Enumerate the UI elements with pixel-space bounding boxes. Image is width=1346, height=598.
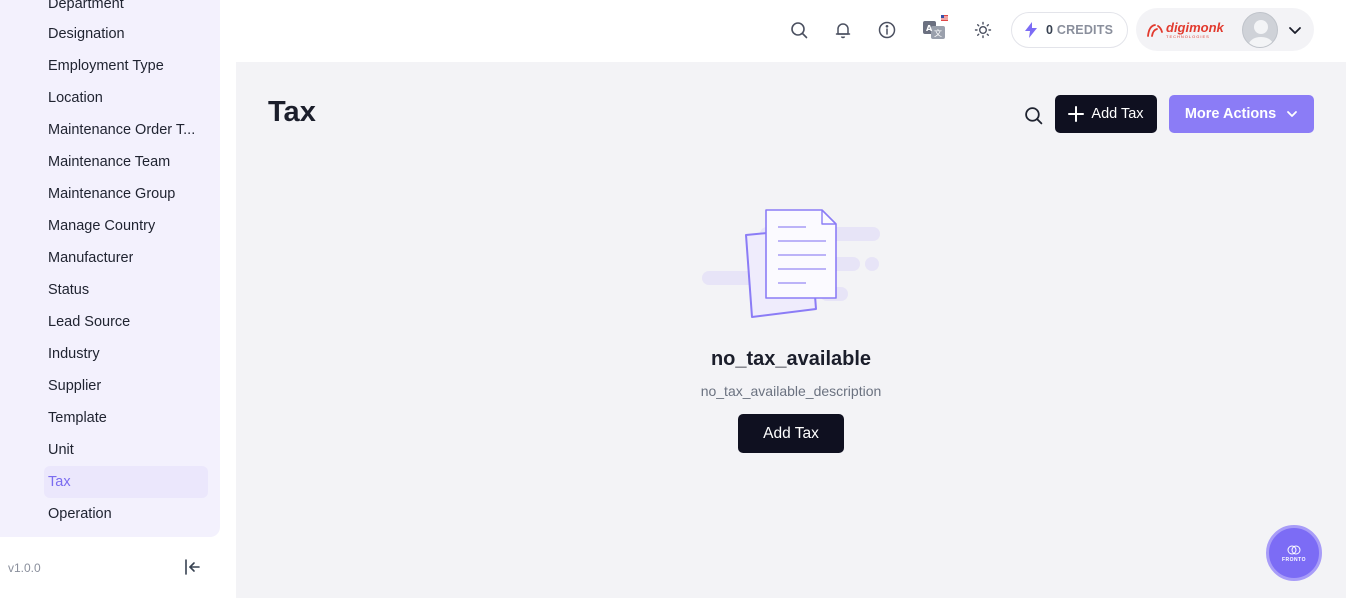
more-actions-button[interactable]: More Actions [1169, 95, 1314, 133]
fab-label: FRONTO [1281, 556, 1307, 563]
sidebar-item-label: Status [48, 282, 90, 298]
sidebar-item-status[interactable]: Status [44, 274, 208, 306]
more-actions-label: More Actions [1184, 106, 1277, 122]
collapse-sidebar-button[interactable] [181, 556, 203, 578]
top-header: A 文 0 CREDITS digimonk TECHNOLOGIES [236, 0, 1346, 62]
sidebar-item-lead-source[interactable]: Lead Source [44, 306, 208, 338]
sidebar-item-maintenance-group[interactable]: Maintenance Group [44, 178, 208, 210]
sidebar-item-label: Unit [48, 442, 74, 458]
sidebar-item-tax[interactable]: Tax [44, 466, 208, 498]
info-icon [878, 21, 896, 39]
sidebar: Department Designation Employment Type L… [0, 0, 236, 598]
sidebar-item-label: Lead Source [48, 314, 131, 330]
search-icon [791, 22, 808, 39]
add-tax-button[interactable]: Add Tax [1055, 95, 1157, 133]
credits-count: 0 [1046, 23, 1054, 37]
chevron-down-icon [1287, 111, 1298, 117]
user-avatar-icon [1247, 19, 1275, 47]
sidebar-item-label: Employment Type [48, 58, 164, 74]
empty-state-add-tax-button[interactable]: Add Tax [738, 414, 844, 453]
sidebar-item-label: Manufacturer [48, 250, 134, 266]
sun-icon [974, 21, 992, 39]
sidebar-item-label: Maintenance Group [48, 186, 176, 202]
sidebar-item-label: Department [48, 0, 124, 12]
search-button[interactable] [1021, 103, 1045, 127]
language-button[interactable]: A 文 [922, 15, 948, 41]
sidebar-item-label: Supplier [48, 378, 102, 394]
brain-icon [1287, 545, 1301, 554]
avatar [1242, 11, 1278, 48]
sidebar-item-maintenance-order-type[interactable]: Maintenance Order T... [44, 114, 208, 146]
sidebar-item-label: Manage Country [48, 218, 156, 234]
empty-state-title: no_tax_available [710, 348, 872, 370]
sidebar-item-template[interactable]: Template [44, 402, 208, 434]
sidebar-item-label: Industry [48, 346, 100, 362]
lightning-icon [1025, 22, 1037, 38]
add-tax-label: Add Tax [1091, 106, 1144, 122]
credits-text: 0 CREDITS [1046, 23, 1113, 37]
brand-name: digimonk [1166, 19, 1224, 35]
sidebar-item-department[interactable]: Department [44, 0, 208, 20]
sidebar-item-maintenance-team[interactable]: Maintenance Team [44, 146, 208, 178]
sidebar-item-location[interactable]: Location [44, 82, 208, 114]
sidebar-item-label: Maintenance Team [48, 154, 171, 170]
info-button[interactable] [876, 19, 898, 41]
sidebar-item-label: Maintenance Order T... [48, 122, 196, 138]
svg-text:A: A [926, 24, 933, 33]
sidebar-item-industry[interactable]: Industry [44, 338, 208, 370]
sidebar-nav: Department Designation Employment Type L… [0, 0, 220, 537]
translate-icon: A 文 [923, 15, 948, 39]
svg-text:文: 文 [934, 28, 942, 38]
sidebar-item-designation[interactable]: Designation [44, 18, 208, 50]
credits-label: CREDITS [1056, 23, 1114, 37]
notifications-button[interactable] [832, 19, 854, 41]
page-title: Tax [268, 96, 316, 128]
sidebar-item-label: Operation [48, 506, 112, 522]
bell-icon [835, 23, 851, 39]
sidebar-item-operation[interactable]: Operation [44, 498, 208, 530]
chevron-down-icon [1289, 26, 1301, 34]
theme-toggle-button[interactable] [972, 19, 994, 41]
sidebar-item-label: Tax [48, 474, 71, 490]
profile-menu[interactable]: digimonk TECHNOLOGIES [1136, 8, 1314, 51]
sidebar-item-manage-country[interactable]: Manage Country [44, 210, 208, 242]
sidebar-item-label: Template [48, 410, 107, 426]
sidebar-item-manufacturer[interactable]: Manufacturer [44, 242, 208, 274]
brand-logo: digimonk TECHNOLOGIES [1146, 21, 1238, 39]
sidebar-item-label: Location [48, 90, 103, 106]
app-version: v1.0.0 [8, 561, 41, 575]
search-icon [1024, 106, 1042, 124]
collapse-left-icon [185, 559, 200, 575]
assistant-fab-button[interactable]: FRONTO [1266, 525, 1322, 581]
empty-state-description: no_tax_available_description [700, 383, 882, 399]
sidebar-item-label: Designation [48, 26, 125, 42]
plus-icon [1068, 106, 1085, 122]
sidebar-item-supplier[interactable]: Supplier [44, 370, 208, 402]
sidebar-item-unit[interactable]: Unit [44, 434, 208, 466]
digimonk-logo-icon [1147, 23, 1163, 37]
global-search-button[interactable] [788, 19, 810, 41]
credits-button[interactable]: 0 CREDITS [1011, 12, 1128, 48]
sidebar-item-employment-type[interactable]: Employment Type [44, 50, 208, 82]
empty-document-illustration [702, 209, 880, 318]
